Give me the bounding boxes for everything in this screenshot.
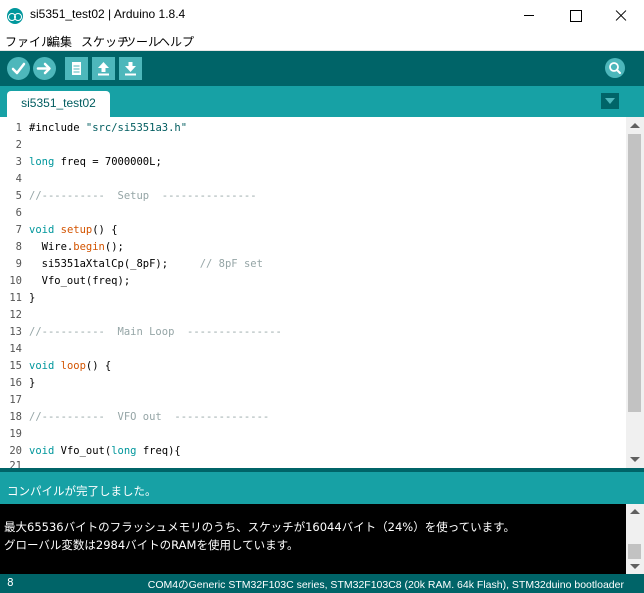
title-bar: si5351_test02 | Arduino 1.8.4 bbox=[0, 0, 644, 31]
code-text: #include "src/si5351a3.h" bbox=[29, 122, 188, 134]
code-line: 16} bbox=[0, 375, 626, 392]
line-number: 5 bbox=[15, 190, 22, 202]
code-line: 15 void loop() { bbox=[0, 358, 626, 375]
footer-bar: 8 COM4のGeneric STM32F103C series, STM32F… bbox=[0, 574, 644, 593]
minimize-button[interactable] bbox=[506, 0, 552, 31]
open-icon bbox=[98, 62, 109, 76]
scrollbar-thumb[interactable] bbox=[628, 544, 641, 559]
line-number: 4 bbox=[15, 173, 22, 185]
scroll-up-icon[interactable] bbox=[630, 123, 640, 128]
line-number: 1 bbox=[15, 122, 22, 134]
upload-button[interactable] bbox=[33, 57, 56, 80]
code-text: void loop() { bbox=[29, 360, 112, 372]
code-text: void setup() { bbox=[29, 224, 118, 236]
verify-button[interactable] bbox=[7, 57, 30, 80]
code-line: 14 bbox=[0, 341, 626, 358]
code-line: 6 bbox=[0, 205, 626, 222]
line-number: 14 bbox=[9, 343, 22, 355]
status-bar: コンパイルが完了しました。 bbox=[0, 468, 644, 504]
code-line: 9 si5351aXtalCp(_8pF); // 8pF set bbox=[0, 256, 626, 273]
tab-bar: si5351_test02 bbox=[0, 86, 644, 117]
save-button[interactable] bbox=[119, 57, 142, 80]
menu-file[interactable]: ファイル bbox=[5, 33, 53, 50]
arduino-logo-icon bbox=[7, 8, 23, 24]
scroll-down-icon[interactable] bbox=[630, 457, 640, 462]
line-number: 9 bbox=[15, 258, 22, 270]
code-line: 17 bbox=[0, 392, 626, 409]
tab-si5351-test02[interactable]: si5351_test02 bbox=[7, 91, 110, 117]
code-editor[interactable]: 1 #include "src/si5351a3.h" 2 3 long freq = … bbox=[0, 117, 644, 468]
line-number: 10 bbox=[9, 275, 22, 287]
code-line: 5 //---------- Setup --------------- bbox=[0, 188, 626, 205]
editor-vertical-scrollbar[interactable] bbox=[626, 117, 644, 468]
code-line: 1 #include "src/si5351a3.h" bbox=[0, 120, 626, 137]
toolbar bbox=[0, 51, 644, 86]
save-icon bbox=[125, 62, 136, 76]
code-line: 13 //---------- Main Loop --------------- bbox=[0, 324, 626, 341]
code-line: 8 Wire.begin(); bbox=[0, 239, 626, 256]
code-text: si5351aXtalCp(_8pF); // 8pF set bbox=[29, 258, 263, 270]
new-button[interactable] bbox=[65, 57, 88, 80]
menu-sketch[interactable]: スケッチ bbox=[81, 33, 129, 50]
code-text: long freq = 7000000L; bbox=[29, 156, 162, 168]
line-number: 13 bbox=[9, 326, 22, 338]
new-file-icon bbox=[72, 62, 81, 75]
maximize-button[interactable] bbox=[552, 0, 598, 31]
line-number: 2 bbox=[15, 139, 22, 151]
scrollbar-thumb[interactable] bbox=[628, 134, 641, 412]
scroll-up-icon[interactable] bbox=[630, 509, 640, 514]
verify-icon bbox=[11, 62, 26, 75]
window-title: si5351_test02 | Arduino 1.8.4 bbox=[30, 7, 186, 21]
line-number: 15 bbox=[9, 360, 22, 372]
code-line-partial: 21 si5351aSetFrequency(freq, 2.4); // Cl… bbox=[9, 460, 22, 468]
menu-edit[interactable]: 編集 bbox=[48, 33, 72, 50]
line-number: 11 bbox=[9, 292, 22, 304]
status-message: コンパイルが完了しました。 bbox=[7, 484, 157, 498]
code-line: 18 //---------- VFO out --------------- bbox=[0, 409, 626, 426]
current-line-number: 8 bbox=[7, 577, 14, 589]
code-text: Vfo_out(freq); bbox=[29, 275, 131, 287]
tab-menu-chevron-down-icon[interactable] bbox=[601, 93, 619, 109]
menu-help[interactable]: ヘルプ bbox=[158, 33, 194, 50]
code-line: 10 Vfo_out(freq); bbox=[0, 273, 626, 290]
line-number: 17 bbox=[9, 394, 22, 406]
line-number: 12 bbox=[9, 309, 22, 321]
console-line: 最大65536バイトのフラッシュメモリのうち、スケッチが16044バイト（24%… bbox=[4, 520, 515, 534]
line-number: 19 bbox=[9, 428, 22, 440]
line-number: 6 bbox=[15, 207, 22, 219]
serial-monitor-icon bbox=[609, 62, 621, 74]
code-line: 2 bbox=[0, 137, 626, 154]
code-line: 3 long freq = 7000000L; bbox=[0, 154, 626, 171]
code-text: //---------- VFO out --------------- bbox=[29, 411, 270, 423]
code-text: //---------- Main Loop --------------- bbox=[29, 326, 282, 338]
code-line: 11} bbox=[0, 290, 626, 307]
line-number: 16 bbox=[9, 377, 22, 389]
console-line: グローバル変数は2984バイトのRAMを使用しています。 bbox=[4, 538, 299, 552]
open-button[interactable] bbox=[92, 57, 115, 80]
code-line: 4 bbox=[0, 171, 626, 188]
line-number: 8 bbox=[15, 241, 22, 253]
board-info: COM4のGeneric STM32F103C series, STM32F10… bbox=[147, 579, 624, 591]
serial-monitor-button[interactable] bbox=[605, 58, 625, 78]
code-text: Wire.begin(); bbox=[29, 241, 124, 253]
code-text: } bbox=[29, 377, 36, 389]
code-line: 12 bbox=[0, 307, 626, 324]
code-line: 19 bbox=[0, 426, 626, 443]
code-text: //---------- Setup --------------- bbox=[29, 190, 257, 202]
menu-bar: ファイル 編集 スケッチ ツール ヘルプ bbox=[0, 31, 644, 51]
upload-icon bbox=[36, 62, 51, 75]
line-number: 7 bbox=[15, 224, 22, 236]
close-button[interactable] bbox=[598, 0, 644, 31]
line-number: 18 bbox=[9, 411, 22, 423]
scroll-down-icon[interactable] bbox=[630, 564, 640, 569]
console-output[interactable]: 最大65536バイトのフラッシュメモリのうち、スケッチが16044バイト（24%… bbox=[0, 504, 644, 574]
menu-tools[interactable]: ツール bbox=[124, 33, 160, 50]
console-vertical-scrollbar[interactable] bbox=[626, 504, 644, 574]
line-number: 3 bbox=[15, 156, 22, 168]
code-line: 7 void setup() { bbox=[0, 222, 626, 239]
code-text: } bbox=[29, 292, 36, 304]
